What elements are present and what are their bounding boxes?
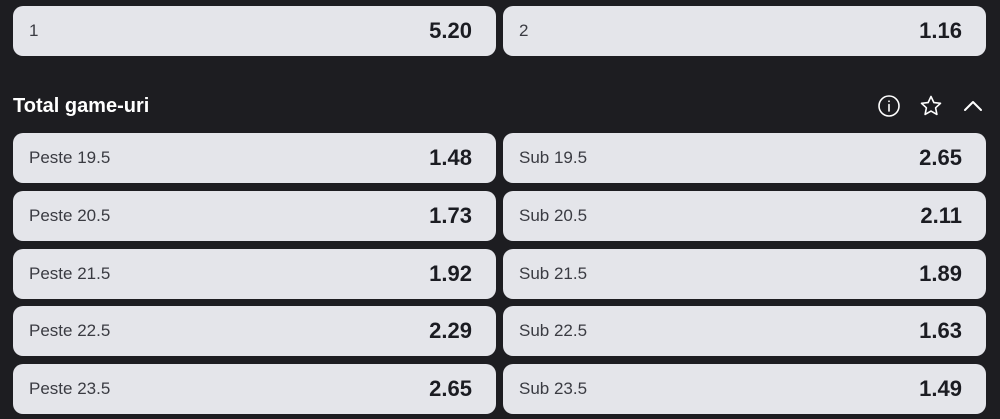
odds-label: Peste 23.5 <box>29 379 111 398</box>
odds-value: 1.16 <box>919 18 962 43</box>
odds-label: 1 <box>29 21 39 40</box>
odds-button-2[interactable]: 2 1.16 <box>503 6 986 56</box>
star-icon[interactable] <box>917 92 945 120</box>
odds-label: Sub 20.5 <box>519 206 588 225</box>
odds-value: 2.11 <box>920 203 962 228</box>
odds-button-over-22-5[interactable]: Peste 22.5 2.29 <box>13 306 496 356</box>
odds-label: Peste 19.5 <box>29 148 111 167</box>
odds-button-over-23-5[interactable]: Peste 23.5 2.65 <box>13 364 496 414</box>
odds-button-over-20-5[interactable]: Peste 20.5 1.73 <box>13 191 496 241</box>
market-header: Total game-uri <box>13 88 987 124</box>
odds-label: Peste 22.5 <box>29 321 111 340</box>
odds-value: 5.20 <box>429 18 472 43</box>
odds-button-over-19-5[interactable]: Peste 19.5 1.48 <box>13 133 496 183</box>
odds-label: Peste 21.5 <box>29 264 111 283</box>
odds-button-under-20-5[interactable]: Sub 20.5 2.11 <box>503 191 986 241</box>
odds-value: 1.89 <box>919 261 962 286</box>
odds-value: 1.73 <box>429 203 472 228</box>
market-header-actions <box>875 92 987 120</box>
odds-value: 1.92 <box>429 261 472 286</box>
odds-value: 2.65 <box>919 145 962 170</box>
odds-label: 2 <box>519 21 529 40</box>
odds-value: 2.65 <box>429 376 472 401</box>
odds-value: 1.49 <box>919 376 962 401</box>
odds-button-under-22-5[interactable]: Sub 22.5 1.63 <box>503 306 986 356</box>
market-title: Total game-uri <box>13 94 150 117</box>
odds-button-under-23-5[interactable]: Sub 23.5 1.49 <box>503 364 986 414</box>
odds-button-under-19-5[interactable]: Sub 19.5 2.65 <box>503 133 986 183</box>
chevron-up-icon[interactable] <box>959 92 987 120</box>
odds-label: Peste 20.5 <box>29 206 111 225</box>
odds-label: Sub 19.5 <box>519 148 588 167</box>
odds-value: 1.48 <box>429 145 472 170</box>
odds-value: 2.29 <box>429 318 472 343</box>
odds-value: 1.63 <box>919 318 962 343</box>
info-icon[interactable] <box>875 92 903 120</box>
odds-label: Sub 23.5 <box>519 379 588 398</box>
odds-button-over-21-5[interactable]: Peste 21.5 1.92 <box>13 249 496 299</box>
odds-label: Sub 21.5 <box>519 264 588 283</box>
odds-button-1[interactable]: 1 5.20 <box>13 6 496 56</box>
odds-label: Sub 22.5 <box>519 321 588 340</box>
odds-button-under-21-5[interactable]: Sub 21.5 1.89 <box>503 249 986 299</box>
